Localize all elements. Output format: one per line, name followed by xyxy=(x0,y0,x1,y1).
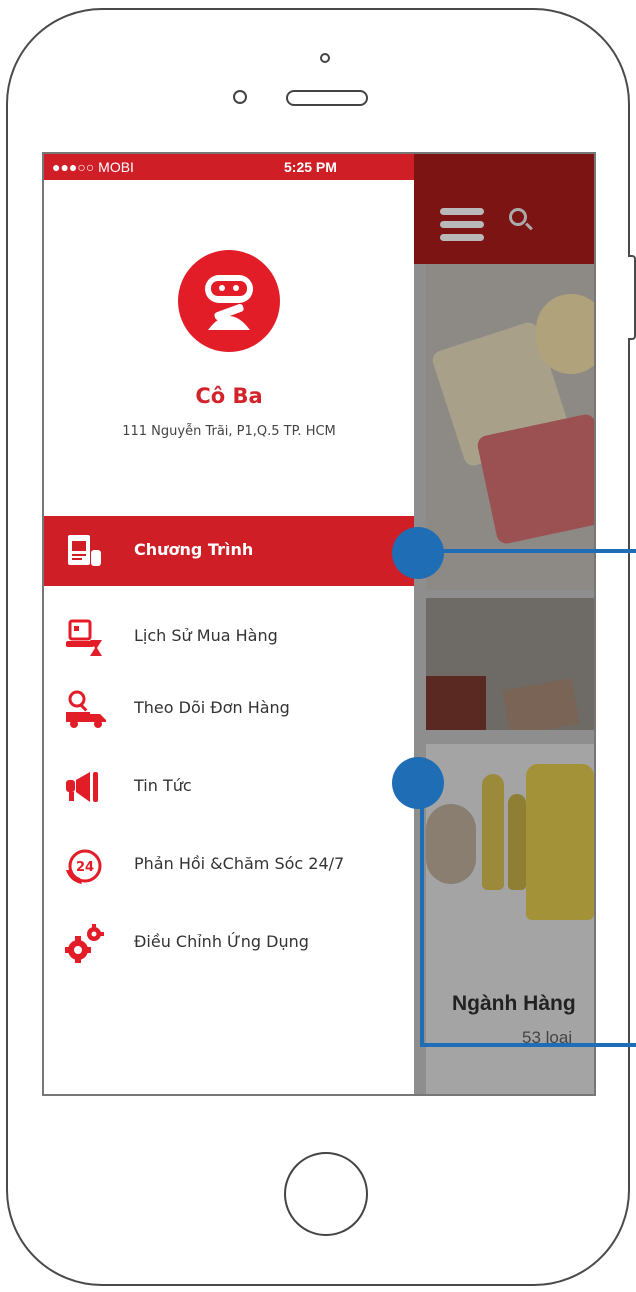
menu-item-label: Lịch Sử Mua Hàng xyxy=(134,626,278,645)
snack-pack-image xyxy=(426,676,486,730)
callout-line xyxy=(418,549,636,553)
profile-name: Cô Ba xyxy=(195,384,263,408)
status-bar: ●●●○○ MOBI 5:25 PM xyxy=(44,154,414,180)
category-title: Ngành Hàng xyxy=(452,992,576,1015)
front-camera xyxy=(320,53,330,63)
menu-item-label: Điều Chỉnh Ứng Dụng xyxy=(134,932,309,951)
menu-item-label: Phản Hồi &Chăm Sóc 24/7 xyxy=(134,854,345,873)
menu-item-dieu-chinh-ung-dung[interactable]: Điều Chỉnh Ứng Dụng xyxy=(44,908,414,978)
oil-bottle-image xyxy=(482,774,504,890)
product-card[interactable] xyxy=(426,598,594,730)
status-time: 5:25 PM xyxy=(284,159,337,175)
callout-line xyxy=(420,1043,636,1047)
delivery-truck-icon xyxy=(64,690,106,730)
app-screen: Ngành Hàng 53 loại ●●●○○ MOBI 5:25 PM Cô… xyxy=(42,152,596,1096)
robot-avatar-icon xyxy=(205,275,253,330)
profile-address: 111 Nguyễn Trãi, P1,Q.5 TP. HCM xyxy=(122,424,336,439)
product-banner-card[interactable] xyxy=(426,264,594,590)
menu-item-theo-doi-don-hang[interactable]: Theo Dõi Đơn Hàng xyxy=(44,674,414,744)
callout-line xyxy=(420,783,424,1045)
snack-pack-image xyxy=(502,678,580,730)
oil-bottle-image xyxy=(526,764,594,920)
earpiece-speaker xyxy=(286,90,368,106)
menu-item-label: Chương Trình xyxy=(134,540,254,559)
settings-gears-icon xyxy=(64,924,104,964)
purchase-history-icon xyxy=(64,618,104,658)
menu-item-label: Theo Dõi Đơn Hàng xyxy=(134,698,290,717)
home-button[interactable] xyxy=(284,1152,368,1236)
search-icon[interactable] xyxy=(509,208,527,226)
megaphone-icon xyxy=(64,768,104,808)
hamburger-menu-icon[interactable] xyxy=(440,208,484,242)
svg-text:24: 24 xyxy=(76,860,94,875)
menu-item-lich-su-mua-hang[interactable]: Lịch Sử Mua Hàng xyxy=(44,602,414,672)
menu-item-tin-tuc[interactable]: Tin Tức xyxy=(44,752,414,822)
side-button[interactable] xyxy=(628,255,636,340)
callout-marker xyxy=(392,527,444,579)
oil-bottle-image xyxy=(508,794,526,890)
carrier-signal: ●●●○○ MOBI xyxy=(52,159,134,175)
durian-image xyxy=(536,294,594,374)
menu-item-label: Tin Tức xyxy=(134,776,192,795)
vegetables-image xyxy=(426,804,476,884)
menu-item-phan-hoi-cham-soc[interactable]: 24 Phản Hồi &Chăm Sóc 24/7 xyxy=(44,830,414,900)
proximity-sensor xyxy=(233,90,247,104)
background-app[interactable]: Ngành Hàng 53 loại xyxy=(414,154,594,1094)
background-header xyxy=(414,154,594,264)
support-24-icon: 24 xyxy=(64,846,104,886)
avatar[interactable] xyxy=(178,250,280,352)
promotion-icon xyxy=(64,532,104,572)
menu-item-chuong-trinh[interactable]: Chương Trình xyxy=(44,516,414,586)
callout-marker xyxy=(392,757,444,809)
navigation-drawer: ●●●○○ MOBI 5:25 PM Cô Ba 111 Nguyễn Trãi… xyxy=(44,154,414,1094)
